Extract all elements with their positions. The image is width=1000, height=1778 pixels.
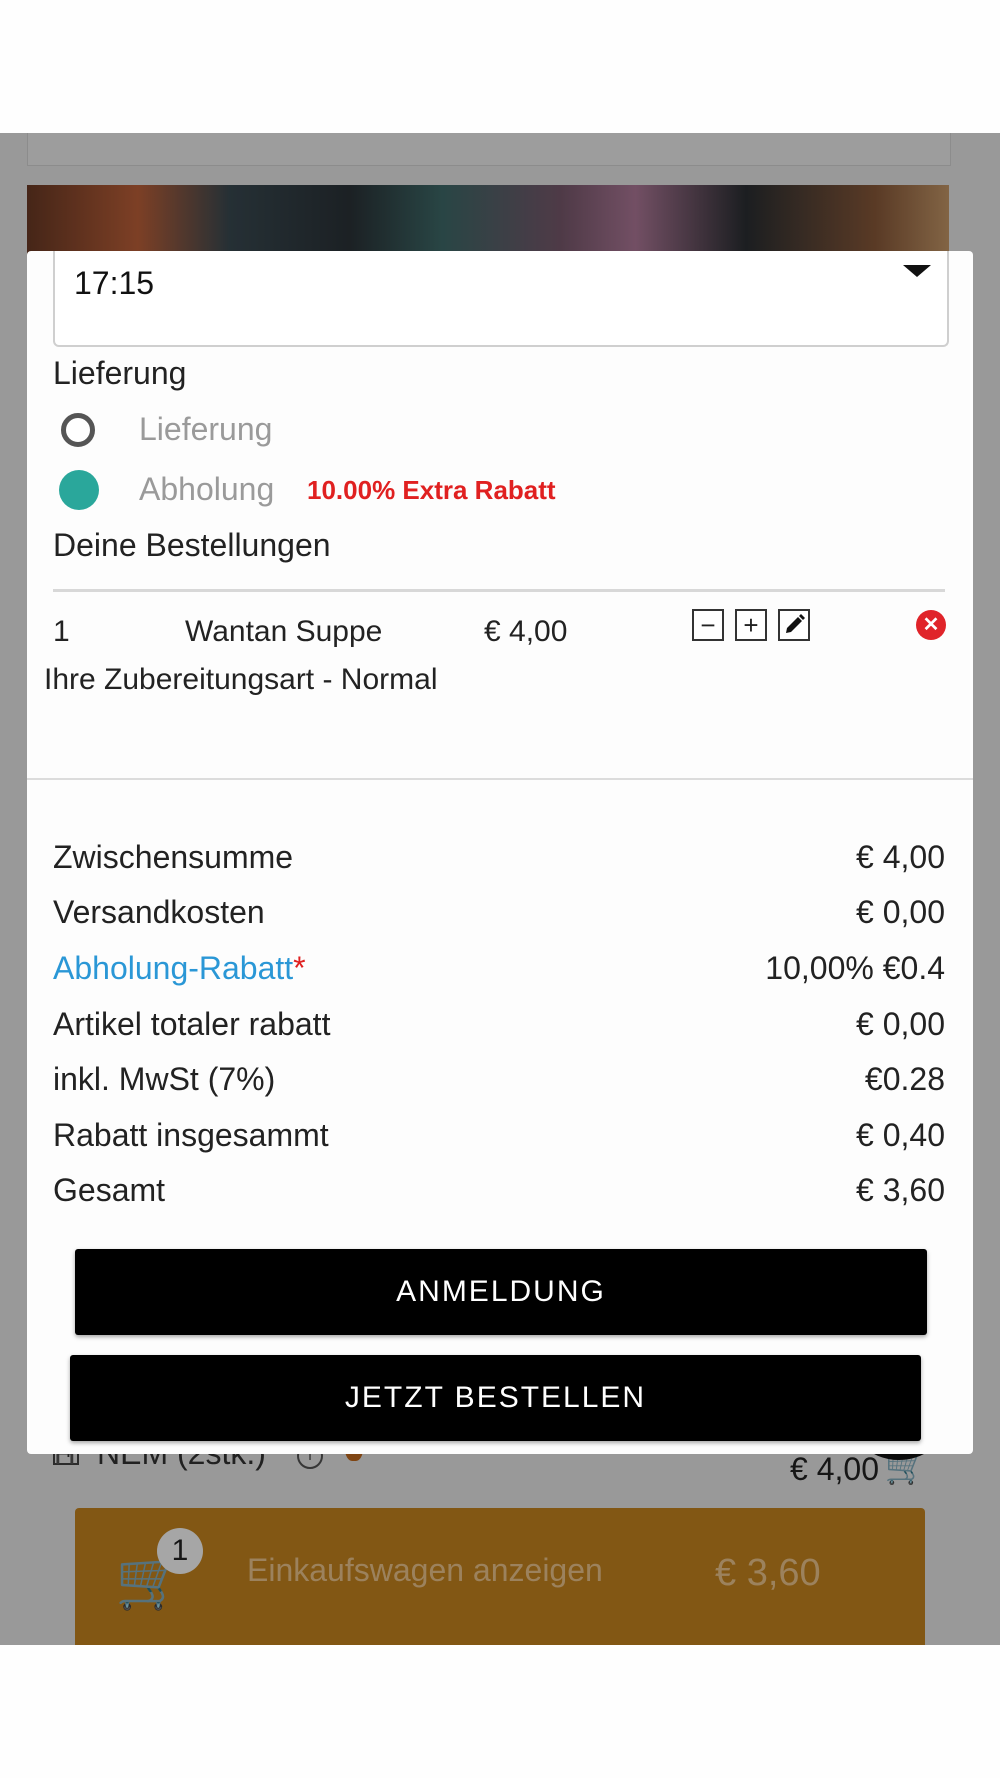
order-item-qty: 1 (53, 615, 70, 648)
summary-value: € 0,00 (856, 894, 945, 930)
summary-row-total-discount: Rabatt insgesammt € 0,40 (53, 1117, 945, 1161)
summary-row-subtotal: Zwischensumme € 4,00 (53, 839, 945, 883)
login-button[interactable]: ANMELDUNG (75, 1249, 927, 1335)
radio-selected-icon[interactable] (59, 470, 99, 510)
order-item-price: € 4,00 (484, 615, 568, 648)
order-item-preparation: Ihre Zubereitungsart - Normal (44, 663, 438, 696)
extra-discount-note: 10.00% Extra Rabatt (307, 475, 556, 505)
delivery-option-label: Lieferung (139, 411, 273, 447)
order-modal: 17:15 Lieferung Lieferung Abholung 10.00… (27, 251, 973, 1454)
orders-heading: Deine Bestellungen (53, 527, 331, 563)
summary-value: €0.28 (864, 1061, 945, 1097)
delivery-option-lieferung[interactable]: Lieferung (61, 411, 941, 455)
summary-label: Versandkosten (53, 894, 265, 930)
pickup-discount-link[interactable]: Abholung-Rabatt* (53, 950, 306, 987)
summary-value: € 3,60 (856, 1172, 945, 1208)
edit-item-button[interactable] (778, 609, 810, 641)
required-star: * (293, 950, 306, 986)
pickup-time-value: 17:15 (74, 265, 155, 301)
summary-value: € 4,00 (856, 839, 945, 875)
delivery-option-label: Abholung (139, 471, 275, 507)
summary-row-total: Gesamt € 3,60 (53, 1172, 945, 1216)
summary-label: Gesamt (53, 1172, 166, 1208)
caret-down-icon (903, 265, 931, 277)
divider (27, 778, 973, 780)
summary-row-pickup-discount: Abholung-Rabatt* 10,00% €0.4 (53, 950, 945, 994)
delivery-option-abholung[interactable]: Abholung 10.00% Extra Rabatt (59, 470, 941, 515)
divider (53, 589, 945, 592)
increase-qty-button[interactable]: + (735, 609, 767, 641)
order-now-button[interactable]: JETZT BESTELLEN (70, 1355, 921, 1441)
summary-value: 10,00% €0.4 (765, 950, 945, 986)
order-item-name: Wantan Suppe (185, 615, 383, 648)
summary-label: Artikel totaler rabatt (53, 1006, 331, 1042)
summary-label: inkl. MwSt (7%) (53, 1061, 276, 1097)
order-item-row: 1 Wantan Suppe € 4,00 − + ✕ (27, 607, 973, 657)
summary-row-item-discount: Artikel totaler rabatt € 0,00 (53, 1006, 945, 1050)
summary-row-vat: inkl. MwSt (7%) €0.28 (53, 1061, 945, 1105)
pencil-icon (786, 614, 805, 633)
pickup-time-select[interactable]: 17:15 (53, 251, 949, 347)
summary-label: Zwischensumme (53, 839, 294, 875)
decrease-qty-button[interactable]: − (692, 609, 724, 641)
delivery-heading: Lieferung (53, 355, 187, 391)
remove-item-icon[interactable]: ✕ (916, 610, 946, 640)
summary-row-shipping: Versandkosten € 0,00 (53, 894, 945, 938)
summary-label: Rabatt insgesammt (53, 1117, 329, 1153)
summary-value: € 0,40 (856, 1117, 945, 1153)
radio-unselected-icon[interactable] (61, 413, 95, 447)
summary-value: € 0,00 (856, 1006, 945, 1042)
pickup-discount-label: Abholung-Rabatt (53, 950, 294, 986)
